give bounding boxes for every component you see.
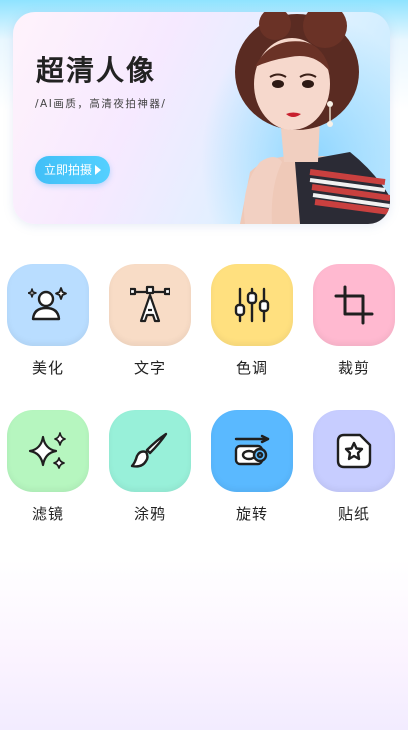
- rotate-card-icon: [234, 434, 270, 466]
- tool-label: 裁剪: [337, 359, 370, 377]
- tool-rotate[interactable]: 旋转: [211, 410, 293, 530]
- banner-subtitle: /AI画质，高清夜拍神器/: [35, 98, 167, 110]
- tool-tile: [7, 264, 89, 346]
- sparkle-icon: [28, 432, 66, 469]
- tool-tile: [211, 264, 293, 346]
- tool-tile: [7, 410, 89, 492]
- tool-label: 旋转: [235, 505, 268, 523]
- tool-label: 贴纸: [337, 505, 370, 523]
- tool-beautify[interactable]: 美化: [7, 264, 89, 384]
- shoot-now-label: 立即拍摄: [44, 163, 93, 177]
- tool-sticker[interactable]: 贴纸: [313, 410, 395, 530]
- tool-text[interactable]: 文字: [109, 264, 191, 384]
- portrait-sparkle-icon: [28, 287, 67, 321]
- play-icon: [95, 165, 101, 175]
- tool-label: 滤镜: [31, 505, 64, 523]
- star-sticker-icon: [336, 433, 372, 469]
- shoot-now-button[interactable]: 立即拍摄: [35, 156, 110, 184]
- tool-tone[interactable]: 色调: [211, 264, 293, 384]
- tool-label: 涂鸦: [133, 505, 166, 523]
- tool-tile: [313, 410, 395, 492]
- tool-crop[interactable]: 裁剪: [313, 264, 395, 384]
- tool-tile: [109, 410, 191, 492]
- tool-filter[interactable]: 滤镜: [7, 410, 89, 530]
- crop-icon: [334, 285, 374, 325]
- hero-banner[interactable]: 超清人像 /AI画质，高清夜拍神器/ 立即拍摄: [13, 12, 390, 224]
- tool-label: 美化: [31, 359, 64, 377]
- model-portrait: [235, 12, 390, 224]
- tool-doodle[interactable]: 涂鸦: [109, 410, 191, 530]
- tool-tile: [109, 264, 191, 346]
- sliders-icon: [234, 287, 270, 323]
- banner-title: 超清人像: [36, 54, 157, 87]
- pen-tool-text-icon: [130, 285, 170, 323]
- tool-tile: [313, 264, 395, 346]
- paintbrush-icon: [130, 432, 168, 468]
- tool-label: 文字: [133, 359, 166, 377]
- tool-label: 色调: [235, 359, 268, 377]
- tool-tile: [211, 410, 293, 492]
